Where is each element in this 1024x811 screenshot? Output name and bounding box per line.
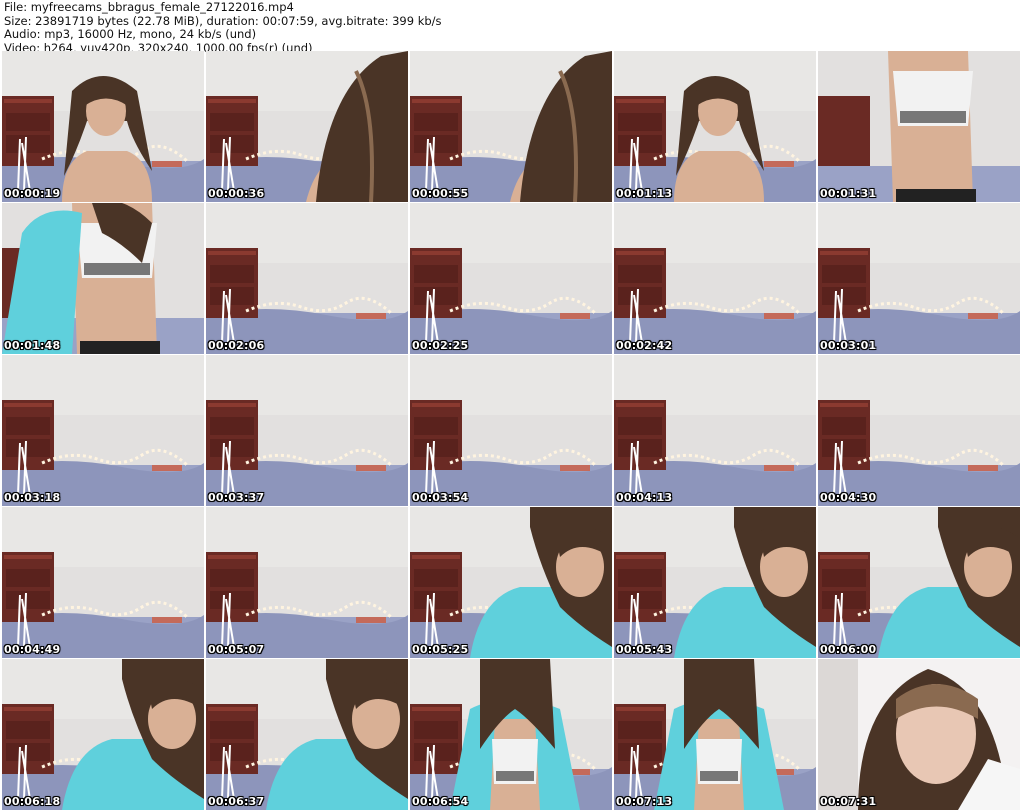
thumbnail-timestamp: 00:01:13 [616, 187, 673, 200]
thumbnail-frame-image [614, 355, 816, 506]
thumbnail-frame-image [2, 355, 204, 506]
video-thumbnail: 00:00:55 [410, 51, 612, 202]
video-thumbnail: 00:03:54 [410, 355, 612, 506]
thumbnail-timestamp: 00:07:13 [616, 795, 673, 808]
thumbnail-timestamp: 00:00:55 [412, 187, 469, 200]
video-thumbnail: 00:05:43 [614, 507, 816, 658]
thumbnail-timestamp: 00:01:48 [4, 339, 61, 352]
thumbnail-timestamp: 00:02:42 [616, 339, 673, 352]
thumbnail-timestamp: 00:06:00 [820, 643, 877, 656]
thumbnail-timestamp: 00:03:54 [412, 491, 469, 504]
file-info-header: File: myfreecams_bbragus_female_27122016… [4, 0, 442, 55]
thumbnail-frame-image [614, 51, 816, 202]
thumbnail-frame-image [818, 355, 1020, 506]
thumbnail-frame-image [614, 659, 816, 810]
thumbnail-timestamp: 00:06:18 [4, 795, 61, 808]
thumbnail-timestamp: 00:02:25 [412, 339, 469, 352]
thumbnail-frame-image [410, 659, 612, 810]
video-thumbnail: 00:06:54 [410, 659, 612, 810]
thumbnail-timestamp: 00:05:43 [616, 643, 673, 656]
thumbnail-timestamp: 00:07:31 [820, 795, 877, 808]
thumbnail-frame-image [206, 51, 408, 202]
thumbnail-frame-image [818, 659, 1020, 810]
thumbnail-timestamp: 00:02:06 [208, 339, 265, 352]
video-thumbnail: 00:04:49 [2, 507, 204, 658]
thumbnail-timestamp: 00:01:31 [820, 187, 877, 200]
thumbnail-timestamp: 00:05:25 [412, 643, 469, 656]
file-name-line: File: myfreecams_bbragus_female_27122016… [4, 0, 294, 14]
thumbnail-timestamp: 00:03:18 [4, 491, 61, 504]
thumbnail-frame-image [818, 507, 1020, 658]
video-thumbnail: 00:05:07 [206, 507, 408, 658]
video-thumbnail: 00:02:42 [614, 203, 816, 354]
thumbnail-grid: 00:00:19 00:00:36 00:00:55 00:01:13 00:0… [2, 51, 1022, 811]
video-thumbnail: 00:01:13 [614, 51, 816, 202]
video-thumbnail: 00:00:36 [206, 51, 408, 202]
thumbnail-frame-image [410, 51, 612, 202]
video-thumbnail: 00:07:13 [614, 659, 816, 810]
video-thumbnail: 00:02:25 [410, 203, 612, 354]
video-thumbnail: 00:01:31 [818, 51, 1020, 202]
file-size-line: Size: 23891719 bytes (22.78 MiB), durati… [4, 13, 442, 28]
thumbnail-frame-image [2, 203, 204, 354]
thumbnail-timestamp: 00:00:19 [4, 187, 61, 200]
thumbnail-frame-image [2, 507, 204, 658]
thumbnail-timestamp: 00:04:30 [820, 491, 877, 504]
thumbnail-frame-image [206, 507, 408, 658]
thumbnail-timestamp: 00:06:37 [208, 795, 265, 808]
video-thumbnail: 00:01:48 [2, 203, 204, 354]
thumbnail-frame-image [818, 51, 1020, 202]
thumbnail-timestamp: 00:03:01 [820, 339, 877, 352]
video-thumbnail: 00:04:13 [614, 355, 816, 506]
thumbnail-timestamp: 00:00:36 [208, 187, 265, 200]
video-thumbnail: 00:03:37 [206, 355, 408, 506]
thumbnail-frame-image [206, 659, 408, 810]
thumbnail-frame-image [818, 203, 1020, 354]
thumbnail-timestamp: 00:06:54 [412, 795, 469, 808]
thumbnail-frame-image [2, 51, 204, 202]
thumbnail-timestamp: 00:04:13 [616, 491, 673, 504]
video-thumbnail: 00:04:30 [818, 355, 1020, 506]
video-thumbnail: 00:07:31 [818, 659, 1020, 810]
thumbnail-frame-image [614, 203, 816, 354]
thumbnail-frame-image [614, 507, 816, 658]
thumbnail-frame-image [206, 203, 408, 354]
video-thumbnail: 00:00:19 [2, 51, 204, 202]
video-thumbnail: 00:06:00 [818, 507, 1020, 658]
video-thumbnail: 00:03:01 [818, 203, 1020, 354]
video-thumbnail: 00:03:18 [2, 355, 204, 506]
video-thumbnail: 00:02:06 [206, 203, 408, 354]
thumbnail-frame-image [410, 507, 612, 658]
video-thumbnail: 00:06:37 [206, 659, 408, 810]
thumbnail-timestamp: 00:04:49 [4, 643, 61, 656]
video-thumbnail: 00:06:18 [2, 659, 204, 810]
thumbnail-timestamp: 00:03:37 [208, 491, 265, 504]
thumbnail-frame-image [410, 355, 612, 506]
video-thumbnail: 00:05:25 [410, 507, 612, 658]
thumbnail-frame-image [410, 203, 612, 354]
thumbnail-frame-image [206, 355, 408, 506]
thumbnail-timestamp: 00:05:07 [208, 643, 265, 656]
thumbnail-frame-image [2, 659, 204, 810]
audio-info-line: Audio: mp3, 16000 Hz, mono, 24 kb/s (und… [4, 27, 257, 42]
